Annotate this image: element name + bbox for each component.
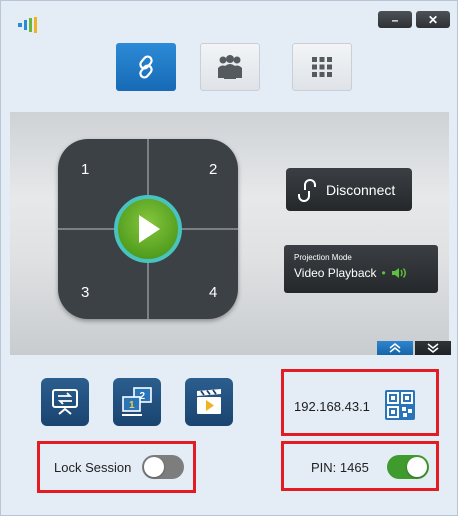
toggle-knob [144, 457, 164, 477]
lock-session-label: Lock Session [54, 460, 132, 475]
projection-panel: 1 2 3 4 Disconnect Projection Mode Video… [10, 112, 451, 355]
svg-text:1: 1 [129, 400, 135, 411]
video-button[interactable] [185, 378, 233, 426]
projection-mode-title: Projection Mode [294, 253, 352, 262]
quadrant-label: 3 [81, 284, 90, 301]
tab-grid[interactable] [292, 43, 352, 91]
projection-mode-value: Video Playback • [294, 266, 407, 280]
grid-icon [312, 57, 332, 77]
group-icon [218, 55, 242, 79]
play-icon [139, 215, 160, 243]
pin-label: PIN: 1465 [311, 460, 369, 475]
collapse-up-button[interactable] [377, 341, 413, 355]
tab-link[interactable] [116, 43, 176, 91]
qr-code-icon[interactable] [385, 390, 415, 420]
app-window: – ✕ 1 2 3 4 Disconnect Projection Mode V… [0, 0, 458, 516]
projection-mode-label: Video Playback [294, 266, 377, 280]
lock-session-toggle[interactable] [142, 455, 184, 479]
toggle-knob [407, 457, 427, 477]
ip-address: 192.168.43.1 [294, 399, 370, 414]
pin-toggle[interactable] [387, 455, 429, 479]
speaker-icon [391, 268, 406, 278]
disconnect-button[interactable]: Disconnect [286, 168, 412, 211]
expand-down-button[interactable] [415, 341, 451, 355]
quadrant-pad: 1 2 3 4 [58, 139, 238, 319]
screen-share-icon [52, 389, 78, 415]
close-button[interactable]: ✕ [416, 11, 450, 28]
chevron-down-icon [427, 343, 439, 353]
split-screen-button[interactable]: 2 1 [113, 378, 161, 426]
minimize-button[interactable]: – [378, 11, 412, 28]
tab-group[interactable] [200, 43, 260, 91]
title-bar: – ✕ [1, 1, 457, 109]
mode-dot: • [381, 266, 386, 280]
play-button[interactable] [114, 195, 182, 263]
quadrant-label: 4 [209, 284, 218, 301]
screen-share-button[interactable] [41, 378, 89, 426]
split-screen-icon: 2 1 [122, 387, 152, 416]
quadrant-label: 1 [81, 161, 90, 178]
video-clapper-icon [197, 389, 221, 414]
projection-mode-button[interactable]: Projection Mode Video Playback • [284, 245, 438, 293]
disconnect-label: Disconnect [326, 181, 396, 198]
link-icon [139, 55, 153, 79]
disconnect-icon [298, 178, 316, 202]
chevron-up-icon [389, 343, 401, 353]
quadrant-label: 2 [209, 161, 218, 178]
app-logo-icon [18, 17, 37, 33]
